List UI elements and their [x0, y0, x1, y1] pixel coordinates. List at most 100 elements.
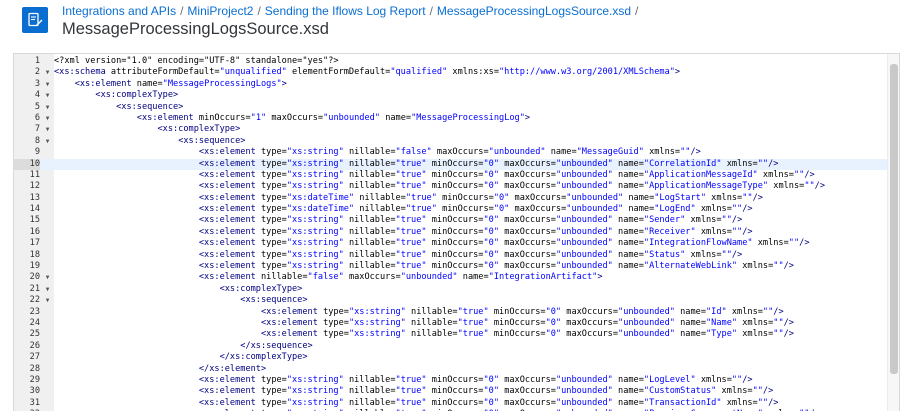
xml-text-token: elementFormDefault= — [286, 67, 391, 78]
xml-text-token: minOccurs= — [426, 261, 484, 272]
code-line[interactable]: 28 </xs:element> — [14, 364, 887, 375]
line-number: 28 — [29, 363, 40, 374]
fold-caret-down-icon[interactable]: ▼ — [43, 272, 52, 283]
code-line[interactable]: 13 <xs:element type="xs:dateTime" nillab… — [14, 193, 887, 204]
breadcrumb-link-xsd-file[interactable]: MessageProcessingLogsSource.xsd — [437, 4, 631, 18]
fold-caret-down-icon[interactable]: ▼ — [43, 102, 52, 113]
xml-string-token: "xs:string" — [286, 386, 344, 397]
code-line[interactable]: 18 <xs:element type="xs:string" nillable… — [14, 250, 887, 261]
fold-caret-down-icon[interactable]: ▼ — [43, 124, 52, 135]
xml-string-token: "unbounded" — [555, 249, 613, 260]
code-line[interactable]: 30 <xs:element type="xs:string" nillable… — [14, 386, 887, 397]
code-lines: 1 <?xml version="1.0" encoding="UTF-8" st… — [14, 56, 887, 411]
code-line[interactable]: 31 <xs:element type="xs:string" nillable… — [14, 398, 887, 409]
code-line[interactable]: 29 <xs:element type="xs:string" nillable… — [14, 375, 887, 386]
xml-text-token: type= — [323, 317, 349, 328]
scrollbar-thumb[interactable] — [890, 64, 898, 374]
xml-string-token: "" — [680, 147, 691, 158]
code-line[interactable]: 22 ▼ <xs:sequence> — [14, 295, 887, 306]
line-number: 2 — [34, 67, 40, 78]
fold-caret-down-icon[interactable]: ▼ — [43, 136, 52, 147]
xml-text-token: name= — [612, 261, 644, 272]
code-line[interactable]: 26 </xs:sequence> — [14, 341, 887, 352]
xml-text-token: name= — [380, 112, 412, 123]
code-line[interactable]: 27 </xs:complexType> — [14, 352, 887, 363]
code-line[interactable]: 11 <xs:element type="xs:string" nillable… — [14, 170, 887, 181]
xml-text-token: maxOccurs= — [499, 181, 556, 192]
fold-caret-down-icon[interactable]: ▼ — [43, 284, 52, 295]
line-number: 14 — [29, 204, 40, 215]
code-line[interactable]: 4 ▼ <xs:complexType> — [14, 90, 887, 101]
code-line[interactable]: 12 <xs:element type="xs:string" nillable… — [14, 181, 887, 192]
line-number: 21 — [29, 283, 40, 294]
line-number: 10 — [14, 158, 40, 170]
code-text: <xs:element type="xs:string" nillable="t… — [54, 238, 810, 249]
fold-caret-down-icon[interactable]: ▼ — [43, 67, 52, 78]
xml-tag-token: <xs:complexType> — [95, 90, 179, 101]
code-line[interactable]: 10 <xs:element type="xs:string" nillable… — [14, 158, 887, 170]
xml-tag-token: <xs:element — [198, 204, 261, 215]
code-line[interactable]: 9 <xs:element type="xs:string" nillable=… — [14, 147, 887, 158]
code-line[interactable]: 15 <xs:element type="xs:string" nillable… — [14, 215, 887, 226]
xml-string-token: "unbounded" — [555, 386, 613, 397]
xml-tag-token: <xs:element — [198, 192, 261, 203]
fold-caret-down-icon[interactable]: ▼ — [43, 79, 52, 90]
code-line[interactable]: 5 ▼ <xs:sequence> — [14, 102, 887, 113]
xml-string-token: "unbounded" — [555, 181, 613, 192]
code-line[interactable]: 25 <xs:element type="xs:string" nillable… — [14, 329, 887, 340]
xml-string-token: "true" — [395, 397, 427, 408]
code-text: <xs:element type="xs:dateTime" nillable=… — [54, 193, 763, 204]
code-line[interactable]: 6 ▼ <xs:element minOccurs="1" maxOccurs="… — [14, 113, 887, 124]
xml-text-token: maxOccurs= — [499, 397, 556, 408]
code-line[interactable]: 17 <xs:element type="xs:string" nillable… — [14, 238, 887, 249]
code-line[interactable]: 7 ▼ <xs:complexType> — [14, 124, 887, 135]
xml-text-token: minOccurs= — [426, 169, 484, 180]
code-line[interactable]: 14 <xs:element type="xs:dateTime" nillab… — [14, 204, 887, 215]
code-text: </xs:sequence> — [54, 341, 312, 352]
line-number: 30 — [29, 386, 40, 397]
code-line[interactable]: 8 ▼ <xs:sequence> — [14, 136, 887, 147]
code-line[interactable]: 2 ▼ <xs:schema attributeFormDefault="unqua… — [14, 67, 887, 78]
xml-text-token: type= — [260, 181, 287, 192]
xml-string-token: "CustomStatus" — [643, 386, 717, 397]
code-line[interactable]: 24 <xs:element type="xs:string" nillable… — [14, 318, 887, 329]
xml-text-token: nillable= — [260, 272, 308, 283]
vertical-scrollbar[interactable] — [887, 54, 899, 411]
xml-text-token: xmlns= — [643, 147, 681, 158]
xml-text-token: xmlns= — [695, 374, 732, 385]
code-line[interactable]: 19 <xs:element type="xs:string" nillable… — [14, 261, 887, 272]
xml-text-token: type= — [260, 215, 287, 226]
xml-text-token: maxOccurs= — [561, 306, 619, 317]
breadcrumb-link-integrations-and-apis[interactable]: Integrations and APIs — [62, 4, 176, 18]
code-text: <xs:element type="xs:string" nillable="t… — [54, 215, 742, 226]
code-line[interactable]: 20 ▼ <xs:element nillable="false" maxOccu… — [14, 272, 887, 283]
xml-text-token: nillable= — [343, 169, 396, 180]
code-line[interactable]: 21 ▼ <xs:complexType> — [14, 284, 887, 295]
xml-string-token: "" — [773, 317, 784, 328]
xml-string-token: "xs:string" — [286, 215, 344, 226]
xml-text-token: xmlns= — [737, 261, 774, 272]
xml-text-token: name= — [612, 238, 644, 249]
fold-caret-down-icon[interactable]: ▼ — [43, 113, 52, 124]
code-editor[interactable]: 1 <?xml version="1.0" encoding="UTF-8" st… — [13, 53, 900, 411]
xml-tag-token: <xs:element — [198, 215, 261, 226]
code-line[interactable]: 16 <xs:element type="xs:string" nillable… — [14, 227, 887, 238]
xml-text-token: xmlns= — [721, 397, 758, 408]
breadcrumb-link-miniproject2[interactable]: MiniProject2 — [187, 4, 253, 18]
xml-text-token: nillable= — [343, 397, 396, 408]
breadcrumb-link-sending-iflows-log-report[interactable]: Sending the Iflows Log Report — [265, 4, 426, 18]
xml-text-token: name= — [457, 272, 489, 283]
xml-text-token: type= — [260, 397, 287, 408]
xml-string-token: "true" — [395, 238, 427, 249]
fold-caret-down-icon[interactable]: ▼ — [43, 295, 52, 306]
fold-caret-down-icon[interactable]: ▼ — [43, 90, 52, 101]
code-line[interactable]: 23 <xs:element type="xs:string" nillable… — [14, 307, 887, 318]
code-text: <xs:element type="xs:string" nillable="f… — [54, 147, 701, 158]
xml-text-token: xmlns= — [695, 226, 732, 237]
xml-text-token: nillable= — [343, 386, 396, 397]
code-line[interactable]: 3 ▼ <xs:element name="MessageProcessingLo… — [14, 79, 887, 90]
xml-tag-token: /> — [768, 397, 779, 408]
code-line[interactable]: 1 <?xml version="1.0" encoding="UTF-8" st… — [14, 56, 887, 67]
